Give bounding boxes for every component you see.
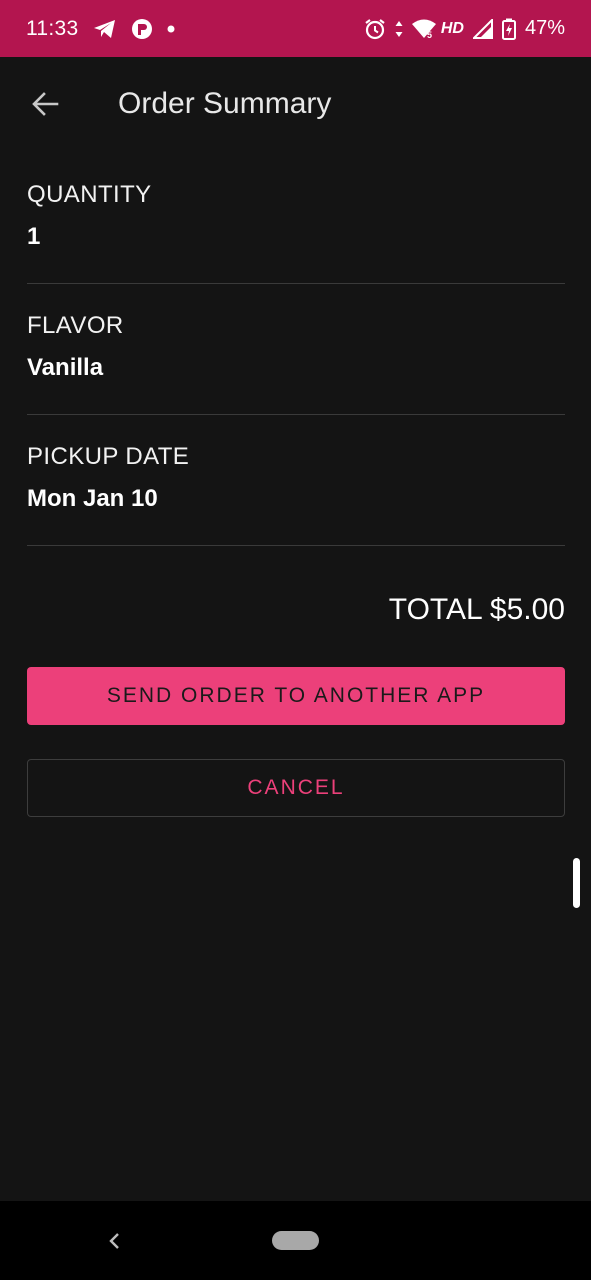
data-arrows-icon: [395, 20, 403, 38]
screen: 11:33 5 HD 47% Order Summary QUANTITY 1 …: [0, 0, 591, 1280]
nav-home-pill[interactable]: [272, 1231, 319, 1250]
cancel-button[interactable]: CANCEL: [27, 759, 565, 817]
svg-text:5: 5: [427, 30, 432, 39]
battery-icon: [501, 18, 516, 40]
signal-icon: [472, 18, 493, 39]
wifi-icon: 5: [411, 19, 436, 39]
send-order-button[interactable]: SEND ORDER TO ANOTHER APP: [27, 667, 565, 725]
page-title: Order Summary: [118, 87, 332, 120]
nav-back-icon: [109, 1233, 119, 1249]
navigation-bar: [0, 1201, 591, 1280]
network-type: HD: [440, 19, 464, 37]
status-right: 5 HD 47%: [364, 17, 565, 40]
quantity-label: QUANTITY: [27, 181, 152, 208]
status-time: 11:33: [26, 16, 79, 40]
nav-back-button[interactable]: [98, 1225, 130, 1257]
order-total: TOTAL $5.00: [388, 593, 565, 626]
app-notification-icon: [131, 18, 153, 40]
alarm-icon: [364, 18, 386, 40]
pickup-date-section: PICKUP DATE Mon Jan 10: [27, 415, 565, 546]
app-bar: Order Summary: [0, 57, 591, 153]
quantity-value: 1: [27, 223, 41, 250]
flavor-section: FLAVOR Vanilla: [27, 284, 565, 415]
order-summary-content: QUANTITY 1 FLAVOR Vanilla PICKUP DATE Mo…: [27, 153, 565, 817]
telegram-icon: [93, 18, 117, 40]
pickup-date-value: Mon Jan 10: [27, 485, 158, 512]
status-left: 11:33: [26, 17, 175, 41]
quantity-section: QUANTITY 1: [27, 153, 565, 284]
flavor-value: Vanilla: [27, 354, 104, 381]
pickup-date-label: PICKUP DATE: [27, 443, 190, 470]
status-bar: 11:33 5 HD 47%: [0, 0, 591, 57]
back-button[interactable]: [20, 79, 70, 129]
flavor-label: FLAVOR: [27, 312, 124, 339]
scroll-indicator: [573, 858, 580, 908]
arrow-back-icon: [32, 92, 59, 116]
battery-percent: 47%: [524, 17, 565, 39]
dot-icon: [167, 25, 175, 33]
